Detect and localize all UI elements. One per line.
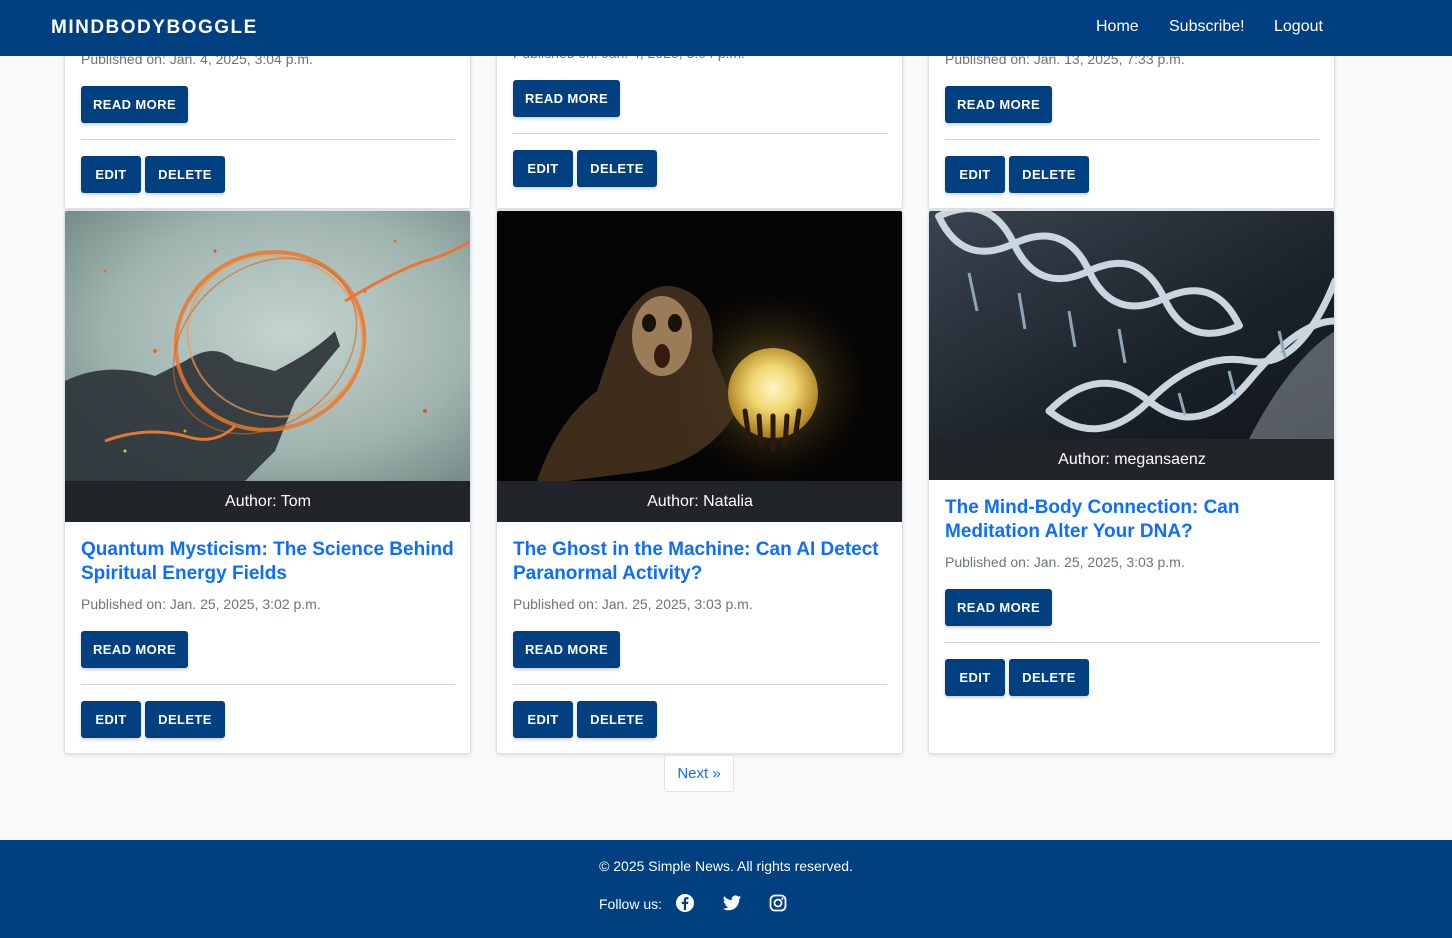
- author-bar: Author: Tom: [65, 481, 470, 522]
- delete-button[interactable]: DELETE: [145, 156, 225, 193]
- delete-button[interactable]: DELETE: [577, 701, 657, 738]
- edit-button[interactable]: EDIT: [81, 701, 141, 738]
- card-divider: [945, 642, 1319, 643]
- dna-helix-image: [929, 211, 1334, 439]
- edit-button[interactable]: EDIT: [81, 156, 141, 193]
- article-image[interactable]: [497, 211, 902, 481]
- card-divider: [513, 133, 887, 134]
- card-divider: [945, 139, 1319, 140]
- instagram-icon[interactable]: [768, 893, 788, 913]
- navbar: MINDBODYBOGGLE Home Subscribe! Logout: [0, 0, 1452, 56]
- card-divider: [513, 684, 887, 685]
- edit-button[interactable]: EDIT: [945, 156, 1005, 193]
- article-image[interactable]: [65, 211, 470, 481]
- copyright-text: © 2025 Simple News. All rights reserved.: [599, 858, 853, 874]
- edit-button[interactable]: EDIT: [945, 659, 1005, 696]
- nav-links: Home Subscribe! Logout: [0, 18, 1452, 38]
- article-card: Author: megansaenz The Mind-Body Connect…: [928, 210, 1335, 754]
- delete-button[interactable]: DELETE: [577, 150, 657, 187]
- footer: © 2025 Simple News. All rights reserved.…: [0, 840, 1452, 938]
- author-bar: Author: megansaenz: [929, 439, 1334, 480]
- twitter-icon[interactable]: [722, 893, 742, 913]
- delete-button[interactable]: DELETE: [1009, 156, 1089, 193]
- card-divider: [81, 139, 455, 140]
- pagination-next-button[interactable]: Next »: [664, 755, 734, 792]
- article-image[interactable]: [929, 211, 1334, 439]
- article-title-link[interactable]: Quantum Mysticism: The Science Behind Sp…: [81, 538, 461, 586]
- published-date: Published on: Jan. 25, 2025, 3:02 p.m.: [81, 596, 321, 612]
- edit-button[interactable]: EDIT: [513, 150, 573, 187]
- delete-button[interactable]: DELETE: [145, 701, 225, 738]
- nav-logout-link[interactable]: Logout: [1274, 18, 1323, 36]
- read-more-button[interactable]: READ MORE: [945, 86, 1052, 123]
- read-more-button[interactable]: READ MORE: [81, 86, 188, 123]
- energy-ring-image: [65, 211, 470, 481]
- article-card: Author: Tom Quantum Mysticism: The Scien…: [64, 210, 471, 754]
- article-title-link[interactable]: The Ghost in the Machine: Can AI Detect …: [513, 538, 893, 586]
- nav-home-link[interactable]: Home: [1096, 18, 1139, 36]
- ghost-crystal-ball-image: [497, 211, 902, 481]
- follow-us-label: Follow us:: [599, 896, 663, 912]
- read-more-button[interactable]: READ MORE: [513, 80, 620, 117]
- nav-subscribe-link[interactable]: Subscribe!: [1169, 18, 1245, 36]
- delete-button[interactable]: DELETE: [1009, 659, 1089, 696]
- read-more-button[interactable]: READ MORE: [513, 631, 620, 668]
- read-more-button[interactable]: READ MORE: [81, 631, 188, 668]
- card-divider: [81, 684, 455, 685]
- article-title-link[interactable]: The Mind-Body Connection: Can Meditation…: [945, 496, 1285, 544]
- facebook-icon[interactable]: [675, 893, 695, 913]
- edit-button[interactable]: EDIT: [513, 701, 573, 738]
- published-date: Published on: Jan. 25, 2025, 3:03 p.m.: [945, 554, 1185, 570]
- published-date: Published on: Jan. 25, 2025, 3:03 p.m.: [513, 596, 753, 612]
- author-bar: Author: Natalia: [497, 481, 902, 522]
- read-more-button[interactable]: READ MORE: [945, 589, 1052, 626]
- article-card: Author: Natalia The Ghost in the Machine…: [496, 210, 903, 754]
